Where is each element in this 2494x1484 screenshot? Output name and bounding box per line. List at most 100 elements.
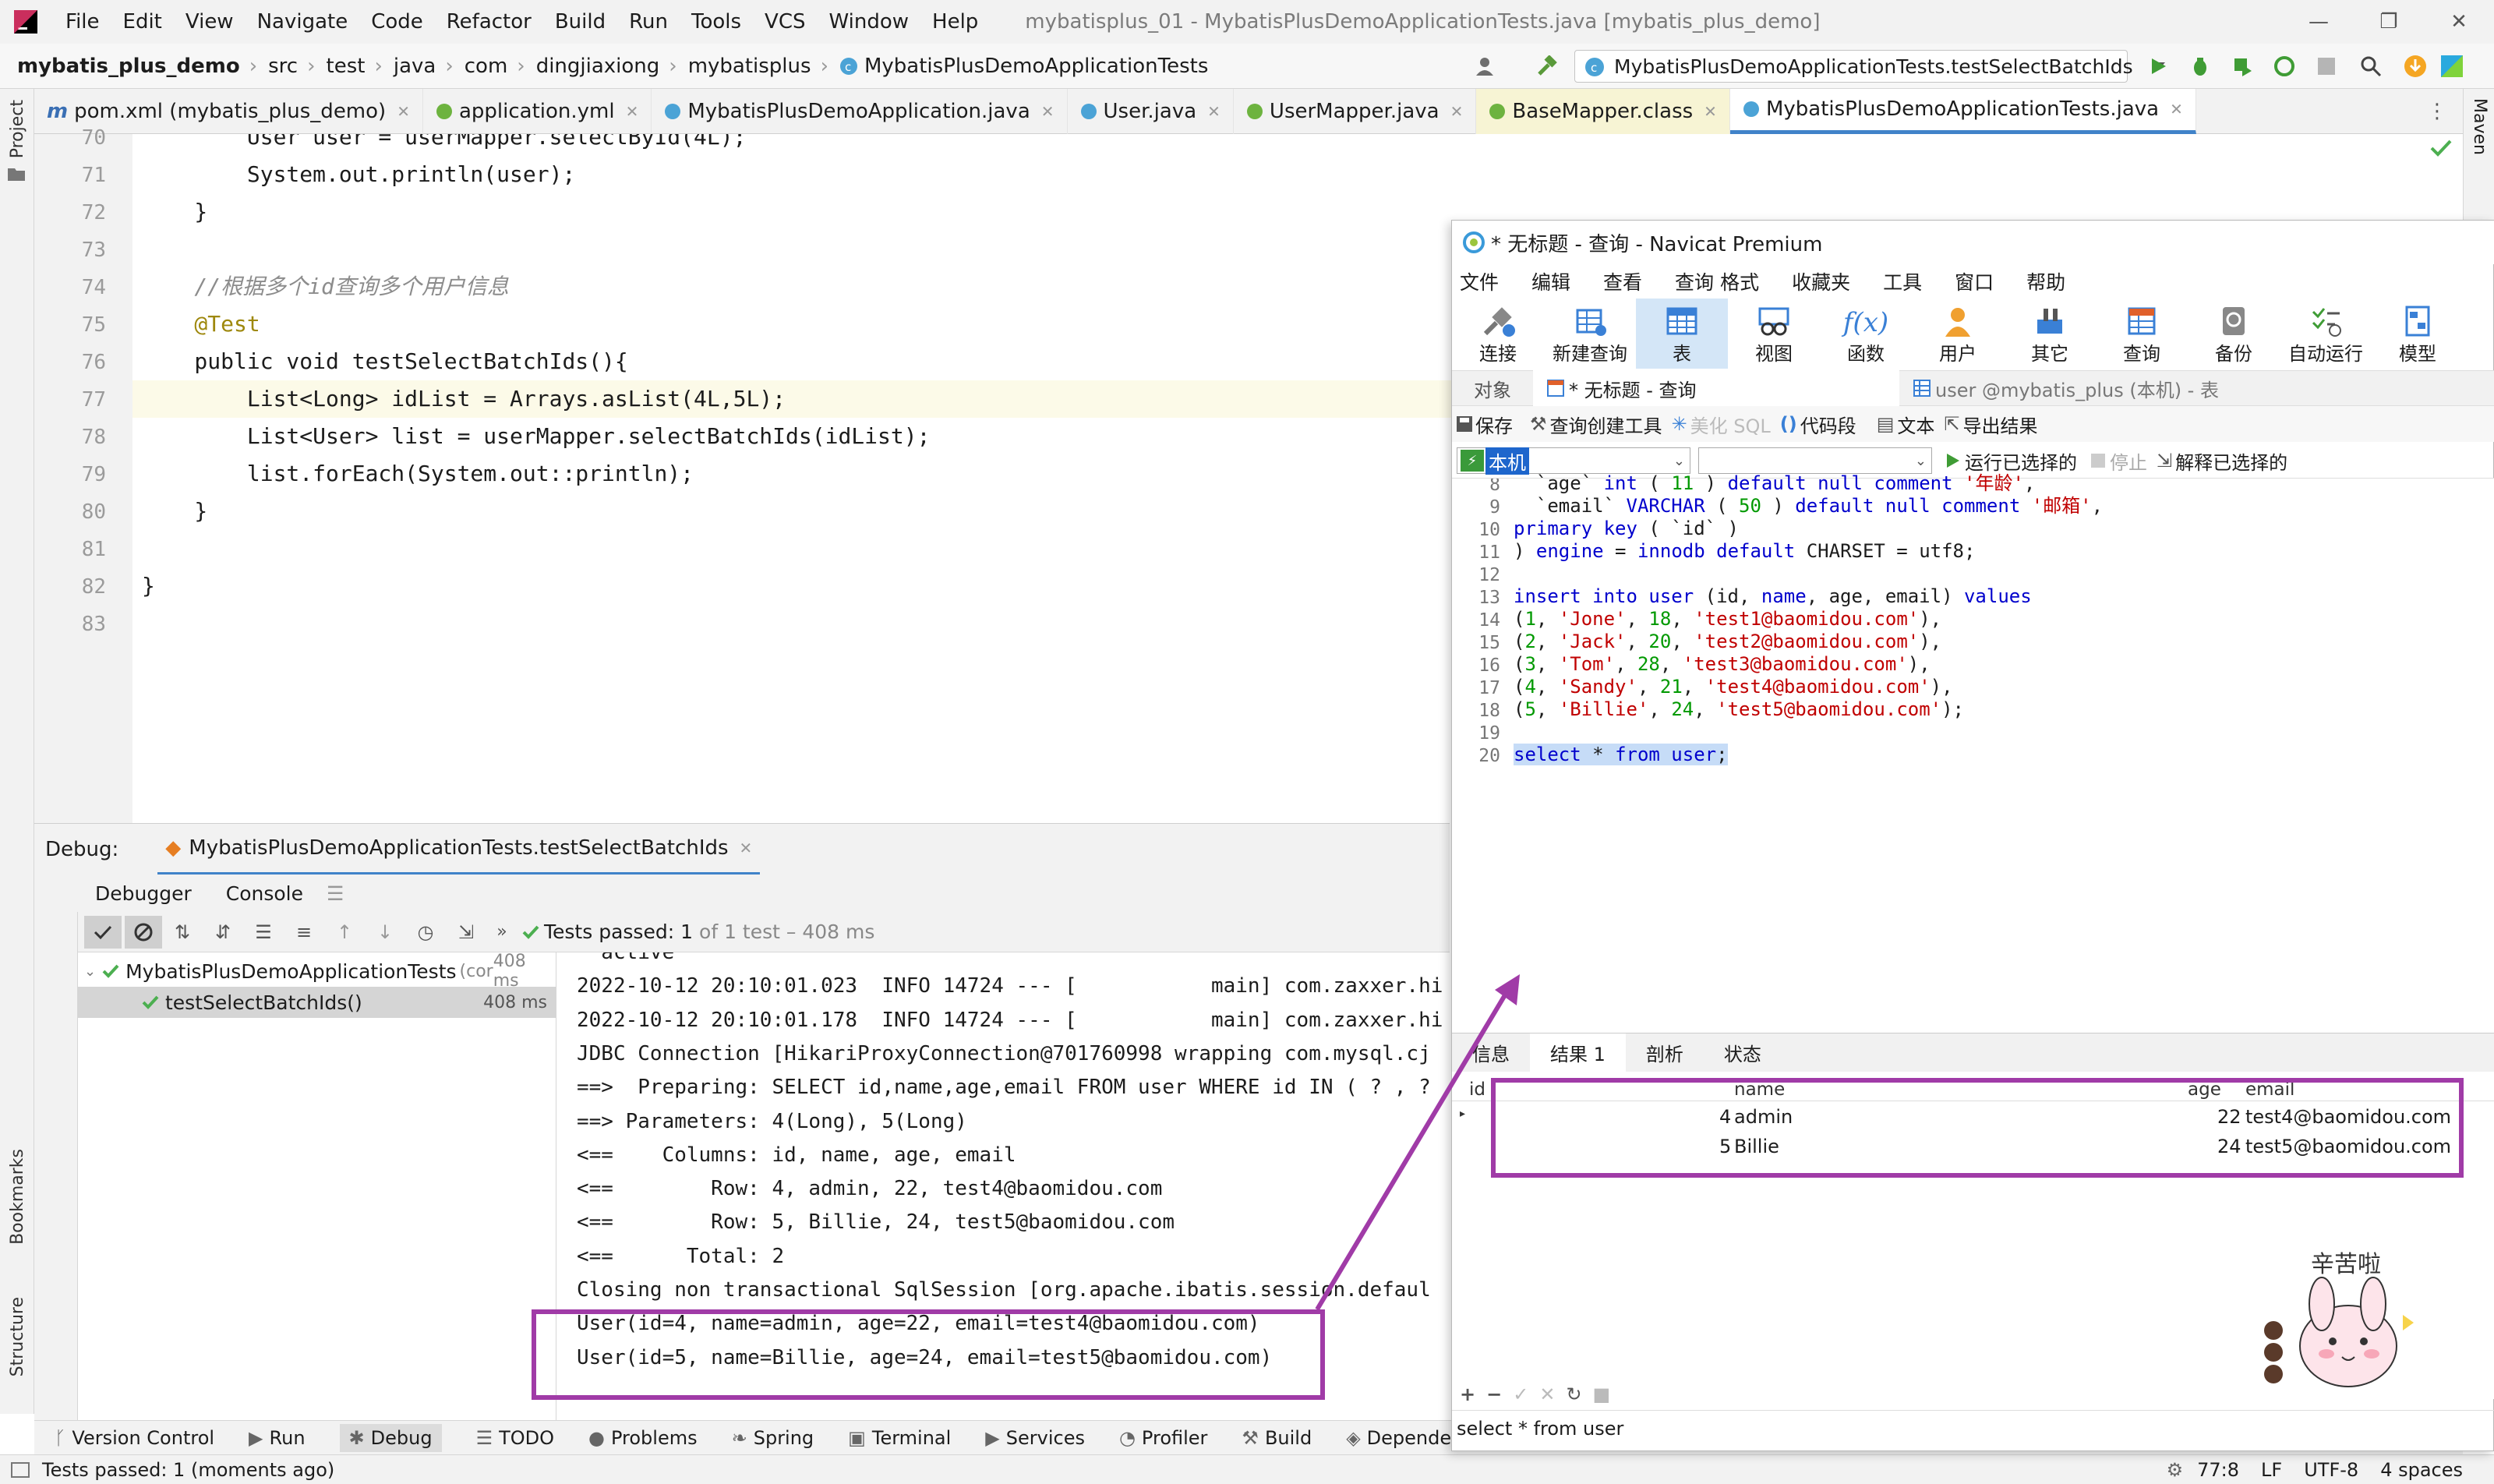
nv-menu-help[interactable]: 帮助: [2026, 267, 2065, 295]
tool-version-control[interactable]: ᚴ Version Control: [55, 1427, 214, 1449]
close-icon[interactable]: ✕: [1704, 102, 1717, 121]
nv-text-button[interactable]: ▤ 文本: [1877, 411, 1935, 438]
discard-icon[interactable]: ✕: [1539, 1383, 1555, 1405]
nv-tab-query[interactable]: * 无标题 - 查询: [1533, 370, 1899, 406]
status-toggle-icon[interactable]: [11, 1461, 30, 1478]
close-icon[interactable]: ✕: [1041, 102, 1054, 121]
tab-tests-java[interactable]: MybatisPlusDemoApplicationTests.java ✕: [1729, 88, 2196, 134]
tab-application-yml[interactable]: application.yml ✕: [423, 88, 652, 134]
nv-tool-connect[interactable]: 连接: [1452, 299, 1544, 369]
coverage-icon[interactable]: [2221, 55, 2263, 77]
expand-all-icon[interactable]: ☰: [243, 921, 284, 943]
apply-icon[interactable]: ✓: [1513, 1383, 1528, 1405]
breadcrumb-class[interactable]: MybatisPlusDemoApplicationTests: [864, 55, 1208, 78]
collapse-all-icon[interactable]: ≡: [284, 921, 324, 943]
close-icon[interactable]: ✕: [2170, 100, 2183, 118]
nv-tool-newquery[interactable]: 新建查询: [1544, 299, 1636, 369]
line-ending[interactable]: LF: [2261, 1459, 2282, 1481]
code-line[interactable]: System.out.println(user);: [142, 156, 575, 193]
sql-editor[interactable]: 8 9 10 11 12 13 14 15 16 17 18 19 20: [1452, 478, 2494, 1033]
code-line[interactable]: }: [142, 493, 207, 530]
bookmarks-tool-tab[interactable]: Bookmarks: [8, 1149, 27, 1245]
sort-icon[interactable]: ⇅: [162, 921, 203, 943]
breadcrumb-dingjiaxiong[interactable]: dingjiaxiong: [536, 55, 660, 78]
nv-connection-select[interactable]: ⚡ 本机 ⌄: [1457, 447, 1690, 475]
tool-terminal[interactable]: ▣ Terminal: [848, 1427, 951, 1449]
add-row-icon[interactable]: +: [1460, 1383, 1475, 1405]
tab-application-java[interactable]: MybatisPlusDemoApplication.java ✕: [652, 88, 1068, 134]
menu-view[interactable]: View: [185, 10, 234, 34]
menu-window[interactable]: Window: [829, 10, 910, 34]
tool-todo[interactable]: ☰ TODO: [476, 1427, 554, 1449]
code-line[interactable]: public void testSelectBatchIds(){: [142, 343, 627, 380]
tab-usermapper-java[interactable]: UserMapper.java ✕: [1234, 88, 1477, 134]
chevron-down-icon[interactable]: ⌄: [84, 963, 96, 980]
nv-tool-user[interactable]: 用户: [1912, 299, 2004, 369]
stop-icon[interactable]: [2305, 58, 2347, 75]
nv-tool-query[interactable]: 查询: [2096, 299, 2188, 369]
nv-export-button[interactable]: ⇱ 导出结果: [1944, 411, 2037, 438]
menu-file[interactable]: File: [65, 10, 100, 34]
nv-tool-function[interactable]: f(x) 函数: [1820, 299, 1912, 369]
nv-tab-objects[interactable]: 对象: [1452, 375, 1533, 402]
breadcrumb-com[interactable]: com: [465, 55, 508, 78]
nv-snippet-button[interactable]: () 代码段: [1780, 411, 1856, 438]
stop-icon[interactable]: ■: [1593, 1383, 1611, 1405]
nv-explain-button[interactable]: ⇲ 解释已选择的: [2157, 447, 2287, 475]
nv-menu-view[interactable]: 查看: [1603, 267, 1642, 295]
nv-tool-other[interactable]: 其它: [2004, 299, 2096, 369]
tab-user-java[interactable]: User.java ✕: [1068, 88, 1234, 134]
breadcrumb-java[interactable]: java: [394, 55, 436, 78]
nv-menu-tools[interactable]: 工具: [1883, 267, 1922, 295]
more-icon[interactable]: »: [486, 922, 518, 942]
tool-problems[interactable]: ● Problems: [588, 1427, 698, 1449]
nv-result-tab-status[interactable]: 状态: [1704, 1034, 1782, 1072]
tab-console[interactable]: Console: [226, 882, 303, 905]
breadcrumb-src[interactable]: src: [268, 55, 298, 78]
history-icon[interactable]: ◷: [405, 921, 446, 943]
code-line[interactable]: }: [142, 193, 207, 231]
tree-item-test-method[interactable]: testSelectBatchIds() 408 ms: [78, 987, 556, 1018]
file-encoding[interactable]: UTF-8: [2304, 1459, 2358, 1481]
nv-tool-view[interactable]: 视图: [1728, 299, 1820, 369]
minimize-icon[interactable]: —: [2284, 10, 2354, 34]
refresh-icon[interactable]: ↻: [1566, 1383, 1581, 1405]
menu-build[interactable]: Build: [555, 10, 606, 34]
sort-duration-icon[interactable]: ⇵: [203, 921, 243, 943]
menu-code[interactable]: Code: [371, 10, 423, 34]
nv-tab-table[interactable]: user @mybatis_plus (本机) - 表: [1899, 375, 2233, 402]
nv-tool-automation[interactable]: 自动运行: [2280, 299, 2372, 369]
tab-basemapper-class[interactable]: BaseMapper.class ✕: [1476, 88, 1730, 134]
update-icon[interactable]: [2394, 55, 2436, 78]
code-line[interactable]: User user = userMapper.selectById(4L);: [142, 134, 747, 156]
next-icon[interactable]: ↓: [365, 921, 405, 943]
tab-debugger[interactable]: Debugger: [95, 882, 192, 905]
menu-edit[interactable]: Edit: [123, 10, 162, 34]
nv-database-select[interactable]: ⌄: [1698, 447, 1932, 474]
delete-row-icon[interactable]: −: [1486, 1383, 1502, 1405]
debug-icon[interactable]: [2179, 55, 2221, 77]
user-icon[interactable]: [1465, 55, 1504, 77]
nv-menu-query[interactable]: 查询: [1675, 267, 1714, 295]
grid-col-id[interactable]: id: [1469, 1079, 1485, 1100]
nv-menu-favorites[interactable]: 收藏夹: [1792, 267, 1850, 295]
tool-spring[interactable]: ❧ Spring: [732, 1427, 814, 1449]
nv-tool-model[interactable]: 模型: [2372, 299, 2464, 369]
prev-icon[interactable]: ↑: [324, 921, 365, 943]
tool-run[interactable]: ▶ Run: [249, 1427, 306, 1449]
nv-menu-format[interactable]: 格式: [1720, 267, 1759, 295]
export-icon[interactable]: ⇲: [446, 921, 486, 943]
run-configuration-select[interactable]: c MybatisPlusDemoApplicationTests.testSe…: [1574, 50, 2165, 83]
code-line[interactable]: List<User> list = userMapper.selectBatch…: [142, 418, 931, 455]
tree-item-test-class[interactable]: ⌄ MybatisPlusDemoApplicationTests (cor 4…: [84, 952, 552, 991]
menu-lines-icon[interactable]: ☰: [327, 882, 344, 905]
code-line[interactable]: list.forEach(System.out::println);: [142, 455, 694, 493]
tool-build[interactable]: ⚒ Build: [1242, 1427, 1312, 1449]
nv-tool-table[interactable]: 表: [1636, 299, 1728, 369]
close-icon[interactable]: ✕: [1207, 102, 1221, 121]
close-icon[interactable]: ✕: [1450, 102, 1464, 121]
nv-tool-backup[interactable]: 备份: [2188, 299, 2280, 369]
show-ignored-icon[interactable]: [125, 915, 162, 949]
menu-vcs[interactable]: VCS: [765, 10, 805, 34]
maven-tool-tab[interactable]: Maven: [2470, 98, 2489, 155]
